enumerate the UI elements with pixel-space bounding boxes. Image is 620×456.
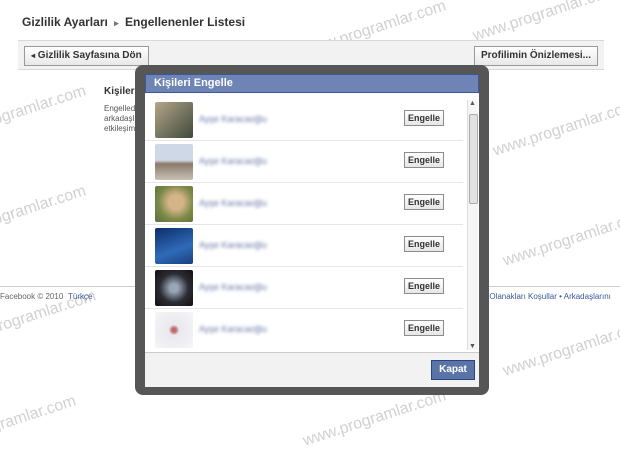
breadcrumb-arrow-icon: ▸ xyxy=(114,18,119,28)
block-button[interactable]: Engelle xyxy=(404,152,444,168)
watermark: www.programlar.com xyxy=(500,207,620,270)
breadcrumb-privacy-settings[interactable]: Gizlilik Ayarları xyxy=(22,15,108,29)
watermark: www.programlar.com xyxy=(0,182,89,245)
dialog-footer: Kapat xyxy=(145,352,479,387)
close-button[interactable]: Kapat xyxy=(431,360,475,380)
avatar xyxy=(155,312,193,348)
watermark: www.programlar.com xyxy=(300,387,449,450)
block-people-dialog: Kişileri Engelle Ayşe Karacaoğlu Engelle… xyxy=(145,74,479,387)
list-item: Ayşe Karacaoğlu Engelle xyxy=(145,226,463,267)
language-link[interactable]: Türkçe xyxy=(68,292,92,301)
watermark: www.programlar.com xyxy=(470,0,619,45)
copyright-text: Facebook © 2010 xyxy=(0,292,64,301)
back-button-label: Gizlilik Sayfasına Dön xyxy=(37,50,142,61)
block-button[interactable]: Engelle xyxy=(404,278,444,294)
list-item: Ayşe Karacaoğlu Engelle xyxy=(145,184,463,225)
watermark: www.programlar.com xyxy=(490,97,620,160)
block-button[interactable]: Engelle xyxy=(404,320,444,336)
block-button[interactable]: Engelle xyxy=(404,236,444,252)
avatar xyxy=(155,228,193,264)
dialog-title: Kişileri Engelle xyxy=(145,74,479,93)
avatar xyxy=(155,144,193,180)
list-item: Ayşe Karacaoğlu Engelle xyxy=(145,310,463,350)
scroll-down-arrow-icon[interactable]: ▼ xyxy=(469,343,476,350)
profile-preview-button[interactable]: Profilimin Önizlemesi... xyxy=(473,46,598,66)
block-button[interactable]: Engelle xyxy=(404,110,444,126)
chevron-left-icon: ◂ xyxy=(31,51,36,60)
breadcrumb-blocked-list: Engellenenler Listesi xyxy=(125,15,246,29)
avatar xyxy=(155,186,193,222)
footer-links[interactable]: er Olanakları Koşullar • Arkadaşlarını xyxy=(480,292,611,301)
friend-list[interactable]: Ayşe Karacaoğlu Engelle Ayşe Karacaoğlu … xyxy=(145,100,467,350)
friend-name[interactable]: Ayşe Karacaoğlu xyxy=(199,156,267,166)
list-item: Ayşe Karacaoğlu Engelle xyxy=(145,268,463,309)
avatar xyxy=(155,270,193,306)
block-button[interactable]: Engelle xyxy=(404,194,444,210)
friend-name[interactable]: Ayşe Karacaoğlu xyxy=(199,240,267,250)
watermark: www.programlar.com xyxy=(0,392,79,455)
watermark: www.programlar.com xyxy=(0,82,89,145)
friend-name[interactable]: Ayşe Karacaoğlu xyxy=(199,198,267,208)
scroll-up-arrow-icon[interactable]: ▲ xyxy=(469,100,476,107)
friend-name[interactable]: Ayşe Karacaoğlu xyxy=(199,324,267,334)
list-item: Ayşe Karacaoğlu Engelle xyxy=(145,142,463,183)
back-to-privacy-button[interactable]: ◂ Gizlilik Sayfasına Dön xyxy=(24,46,149,66)
list-item: Ayşe Karacaoğlu Engelle xyxy=(145,100,463,141)
friend-name[interactable]: Ayşe Karacaoğlu xyxy=(199,282,267,292)
friend-name[interactable]: Ayşe Karacaoğlu xyxy=(199,114,267,124)
list-scrollbar[interactable]: ▲ ▼ xyxy=(467,100,478,350)
avatar xyxy=(155,102,193,138)
watermark: www.programlar.com xyxy=(500,317,620,380)
breadcrumb: Gizlilik Ayarları ▸ Engellenenler Listes… xyxy=(22,15,245,29)
scrollbar-thumb[interactable] xyxy=(469,114,478,204)
